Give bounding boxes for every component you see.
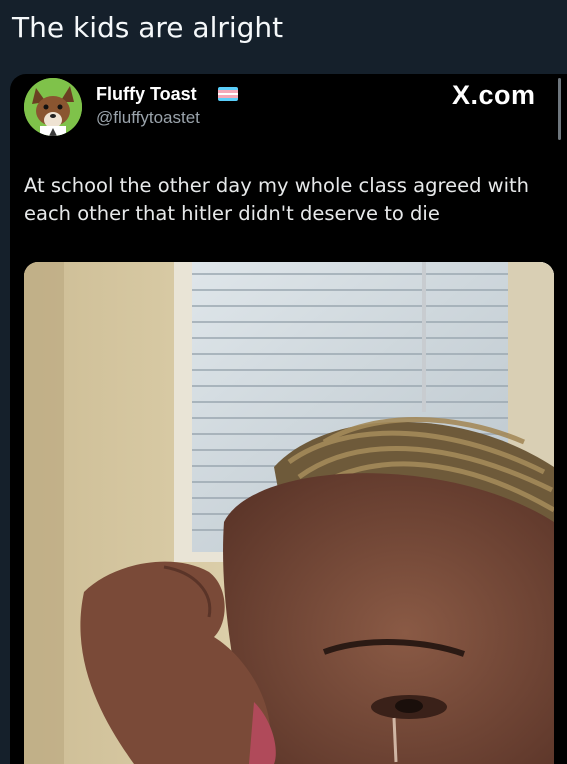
flag-stripe <box>218 98 238 101</box>
display-name[interactable]: Fluffy Toast <box>96 84 197 105</box>
avatar[interactable] <box>24 78 82 136</box>
trans-flag-icon <box>218 87 238 101</box>
post-caption: The kids are alright <box>12 11 284 44</box>
user-handle[interactable]: @fluffytoastet <box>96 108 200 128</box>
x-logo: X.com <box>452 80 536 110</box>
scrollbar[interactable] <box>558 78 561 140</box>
tweet-photo[interactable] <box>24 262 554 764</box>
tweet-text: At school the other day my whole class a… <box>24 174 530 225</box>
tweet-card[interactable]: Fluffy Toast @fluffytoastet X.com At sch… <box>10 74 567 764</box>
crying-selfie-image <box>24 262 554 764</box>
fox-avatar-icon <box>24 78 82 136</box>
